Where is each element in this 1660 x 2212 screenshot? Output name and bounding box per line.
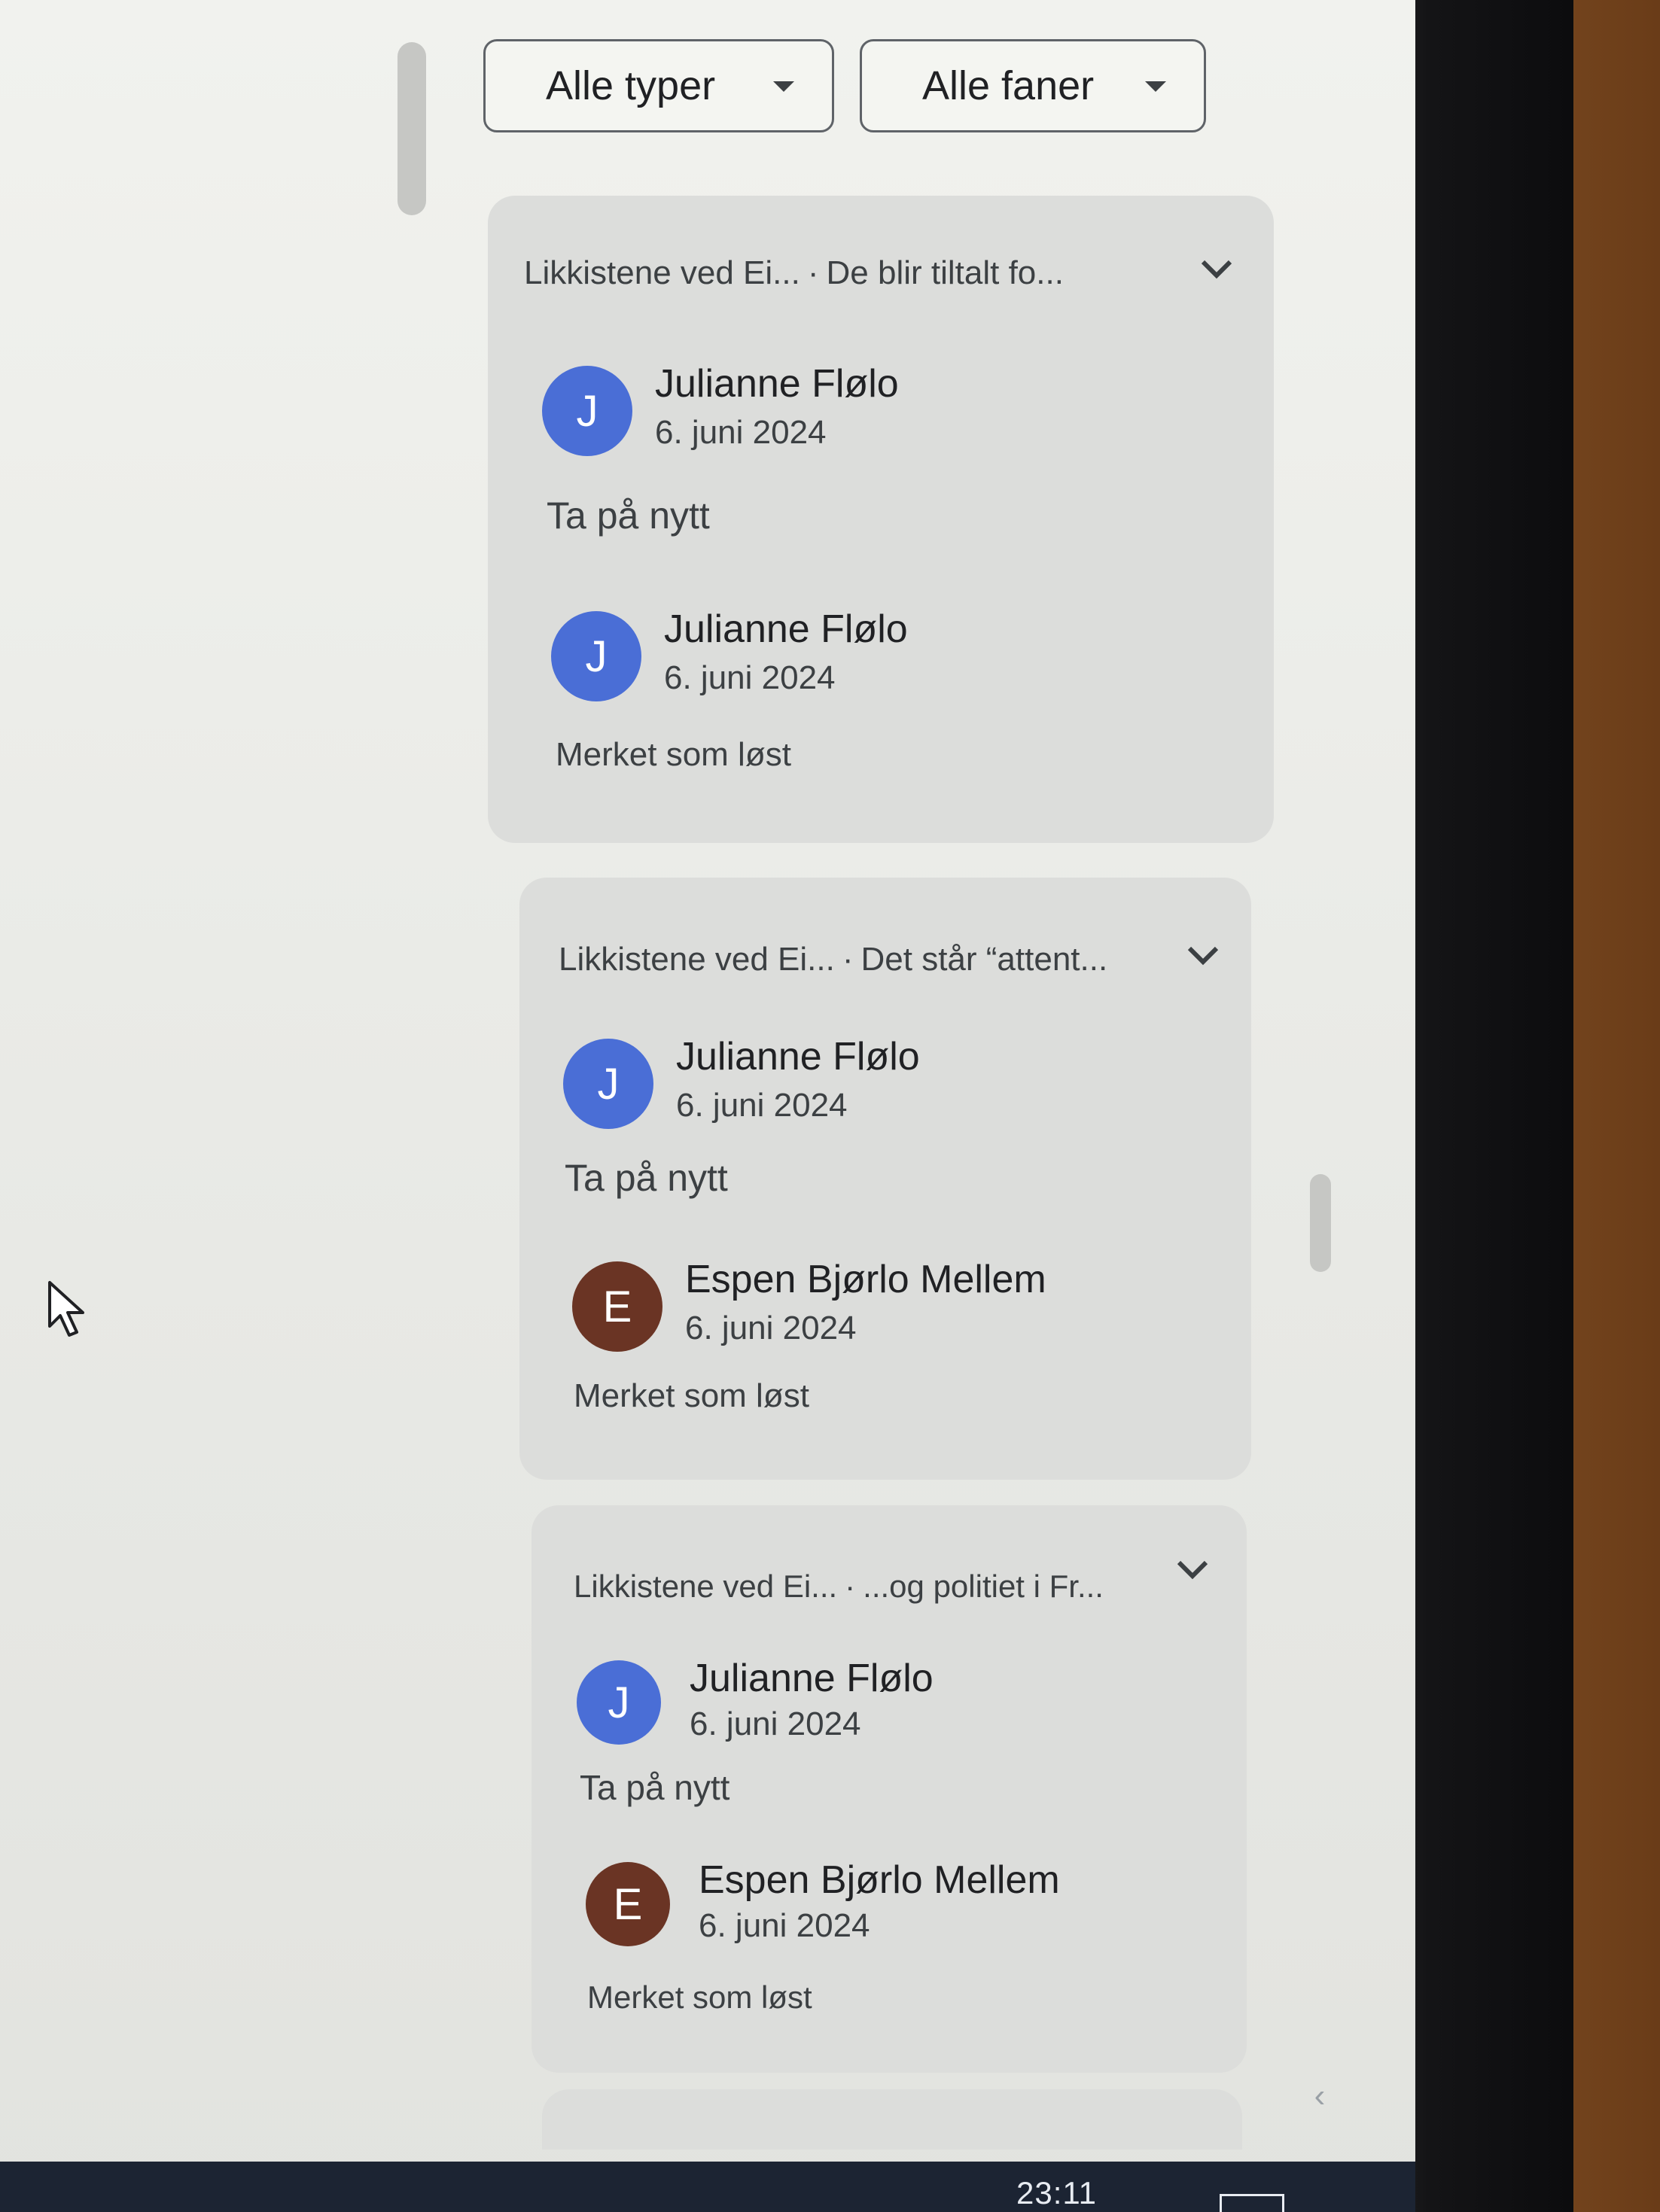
author-name: Julianne Fløl​o <box>690 1657 934 1700</box>
author-name: Julianne Fløl​o <box>664 607 908 651</box>
card-excerpt: De blir tiltalt fo... <box>826 254 1064 291</box>
entry-date: 6. juni 2024 <box>676 1087 848 1124</box>
chevron-down-icon[interactable] <box>1171 1549 1214 1591</box>
mouse-pointer-icon <box>48 1281 84 1337</box>
tab-filter-label: Alle faner <box>922 63 1095 108</box>
entry-date: 6. juni 2024 <box>690 1705 861 1742</box>
comment-card-partial[interactable] <box>542 2089 1242 2150</box>
comment-card[interactable]: Likkistene ved Ei... · ...og politiet i Fr… <box>532 1505 1247 2073</box>
avatar: J <box>577 1660 661 1745</box>
card-excerpt: Det står “attent... <box>860 941 1108 978</box>
reopen-action-text: Ta på nytt <box>547 494 710 537</box>
card-title: Likkistene ved Ei... <box>559 941 835 978</box>
reopen-action-text: Ta på nytt <box>580 1768 730 1807</box>
card-header: Likkistene ved Ei... · ...og politiet i Fr… <box>574 1568 1104 1604</box>
entry-date: 6. juni 2024 <box>699 1907 870 1944</box>
resolved-status-text: Merket som løst <box>574 1377 809 1414</box>
card-title: Likkistene ved Ei... <box>574 1568 838 1604</box>
collapse-panel-button[interactable]: ‹ <box>1299 2062 1341 2130</box>
card-excerpt: ...og politiet i Fr... <box>863 1568 1104 1604</box>
entry-date: 6. juni 2024 <box>655 414 827 451</box>
dropdown-caret-icon <box>773 81 794 92</box>
type-filter-label: Alle typer <box>546 63 716 108</box>
author-name: Julianne Fløl​o <box>655 362 899 406</box>
notification-tray-icon[interactable] <box>1220 2194 1284 2212</box>
right-scrollbar-thumb[interactable] <box>1310 1174 1331 1272</box>
avatar: J <box>542 366 632 456</box>
avatar: E <box>586 1862 670 1946</box>
screen: Alle typer Alle faner Likkistene ved Ei.… <box>0 0 1415 2212</box>
dropdown-caret-icon <box>1145 81 1166 92</box>
comment-card[interactable]: Likkistene ved Ei... · De blir tiltalt fo.… <box>488 196 1274 843</box>
tab-filter-dropdown[interactable]: Alle faner <box>860 39 1206 132</box>
author-name: Julianne Fløl​o <box>676 1035 920 1079</box>
taskbar <box>0 2162 1415 2212</box>
left-scrollbar-thumb[interactable] <box>397 42 426 215</box>
reopen-action-text: Ta på nytt <box>565 1157 728 1199</box>
taskbar-clock[interactable]: 23:11 <box>1016 2175 1097 2211</box>
entry-date: 6. juni 2024 <box>685 1310 857 1346</box>
avatar: J <box>563 1039 653 1129</box>
type-filter-dropdown[interactable]: Alle typer <box>483 39 834 132</box>
author-name: Espen Bjørlo Mellem <box>685 1258 1046 1301</box>
chevron-left-icon: ‹ <box>1314 2077 1326 2114</box>
comment-card[interactable]: Likkistene ved Ei... · Det står “attent...… <box>519 878 1251 1480</box>
card-header: Likkistene ved Ei... · Det står “attent... <box>559 941 1108 978</box>
chevron-down-icon[interactable] <box>1196 248 1238 291</box>
avatar: E <box>572 1261 662 1352</box>
card-header: Likkistene ved Ei... · De blir tiltalt fo.… <box>524 254 1064 291</box>
resolved-status-text: Merket som løst <box>556 736 791 773</box>
author-name: Espen Bjørlo Mellem <box>699 1858 1060 1902</box>
avatar: J <box>551 611 641 701</box>
card-title: Likkistene ved Ei... <box>524 254 800 291</box>
entry-date: 6. juni 2024 <box>664 659 836 696</box>
chevron-down-icon[interactable] <box>1182 935 1224 977</box>
resolved-status-text: Merket som løst <box>587 1979 812 2015</box>
